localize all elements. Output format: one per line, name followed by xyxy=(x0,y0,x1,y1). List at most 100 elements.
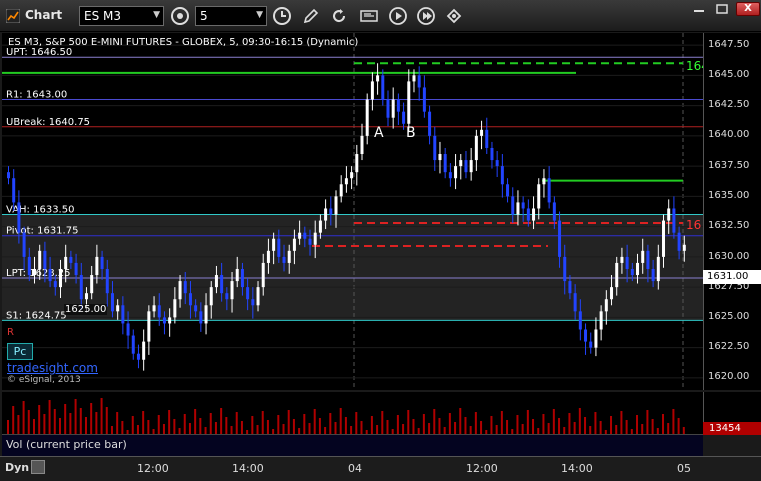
volume-bar xyxy=(188,423,191,434)
candle-body xyxy=(27,256,31,276)
refresh-button[interactable] xyxy=(329,6,349,26)
candle-body xyxy=(131,335,135,354)
brand-link[interactable]: tradesight.com xyxy=(7,361,98,375)
volume-bar xyxy=(396,415,399,434)
candle-body xyxy=(360,135,364,155)
candle-body xyxy=(313,232,317,245)
volume-bar xyxy=(651,419,654,434)
candle-body xyxy=(594,329,598,348)
candle-body xyxy=(292,238,296,251)
forward-button[interactable] xyxy=(416,6,436,26)
play-button[interactable] xyxy=(388,6,408,26)
volume-bar xyxy=(599,421,602,434)
candle-body xyxy=(422,87,426,112)
volume-bar xyxy=(266,420,269,434)
interval-combobox[interactable]: 5 ▼ xyxy=(195,6,267,26)
volume-bar xyxy=(64,404,67,434)
candle-body xyxy=(84,293,88,300)
candle-body xyxy=(147,311,151,342)
volume-bar xyxy=(324,427,327,434)
candle-body xyxy=(7,172,10,179)
candle-body xyxy=(370,81,374,100)
price-tick: 1620.00 xyxy=(708,371,750,382)
candle-body xyxy=(407,81,411,124)
candle-body xyxy=(162,317,166,324)
candle-body xyxy=(516,202,520,215)
pc-button[interactable]: Pc xyxy=(7,343,33,360)
volume-bar xyxy=(677,418,680,434)
time-template-button[interactable] xyxy=(272,6,292,26)
quote-button[interactable] xyxy=(359,6,379,26)
candle-body xyxy=(537,184,541,209)
volume-bar xyxy=(646,410,649,434)
minimize-button[interactable] xyxy=(688,2,710,16)
dynamic-toggle-icon[interactable] xyxy=(31,460,45,474)
volume-bar xyxy=(84,417,87,434)
volume-bar xyxy=(568,413,571,434)
volume-bar xyxy=(251,416,254,434)
candle-body xyxy=(318,220,322,233)
chart-app-icon xyxy=(6,9,20,23)
volume-pane[interactable] xyxy=(2,392,703,434)
candle-body xyxy=(220,275,224,294)
candle-body xyxy=(630,268,634,276)
candle-body xyxy=(225,293,229,300)
close-icon: X xyxy=(744,3,752,14)
candle-body xyxy=(599,311,603,330)
volume-bar xyxy=(433,409,436,434)
volume-bar xyxy=(48,400,51,434)
minimize-icon xyxy=(694,10,704,12)
volume-bar xyxy=(240,421,243,434)
volume-bar xyxy=(578,408,581,434)
candle-body xyxy=(204,305,208,324)
interval-value: 5 xyxy=(200,9,208,23)
candle-body xyxy=(142,341,146,360)
candle-body xyxy=(568,281,572,294)
price-axis[interactable]: 1647.50 1645.00 1642.50 1640.00 1637.50 … xyxy=(703,33,761,390)
volume-bar xyxy=(360,421,363,434)
volume-bar xyxy=(438,418,441,434)
close-button[interactable]: X xyxy=(736,2,760,16)
pivot-level-label: S1: 1624.75 xyxy=(6,310,67,321)
quote-icon xyxy=(360,10,378,22)
volume-bar xyxy=(12,406,15,434)
volume-bar xyxy=(542,414,545,434)
price-chart[interactable]: UPT: 1646.50 R1: 1643.00 UBreak: 1640.75 VA… xyxy=(2,33,703,390)
candle-body xyxy=(173,299,177,318)
volume-study-panel[interactable]: Vol (current price bar) xyxy=(2,434,703,456)
pivot-level-label: VAH: 1633.50 xyxy=(6,205,74,216)
maximize-button[interactable] xyxy=(711,2,733,16)
volume-bar xyxy=(516,415,519,434)
volume-bar xyxy=(532,419,535,434)
candle-body xyxy=(532,208,536,221)
volume-bar xyxy=(428,423,431,434)
candle-body xyxy=(272,238,276,251)
volume-bar xyxy=(90,403,93,434)
candle-body xyxy=(53,281,57,288)
volume-bar xyxy=(459,408,462,434)
time-axis[interactable]: Dyn 12:00 14:00 04 12:00 14:00 05 xyxy=(0,456,761,481)
volume-bar xyxy=(194,409,197,434)
symbol-combobox[interactable]: ES M3 ▼ xyxy=(79,6,164,26)
price-chart-canvas[interactable]: UPT: 1646.50 R1: 1643.00 UBreak: 1640.75 VA… xyxy=(2,33,703,390)
candle-body xyxy=(17,202,21,233)
link-button[interactable] xyxy=(444,6,464,26)
price-tick: 1645.00 xyxy=(708,69,750,80)
interval-settings-button[interactable] xyxy=(170,6,190,26)
volume-bar xyxy=(573,422,576,434)
candle-body xyxy=(74,262,78,276)
candle-body xyxy=(542,178,546,185)
candle-body xyxy=(152,305,156,312)
volume-bar xyxy=(168,410,171,434)
pivot-level-label: R1: 1643.00 xyxy=(6,90,67,101)
draw-tool-button[interactable] xyxy=(301,6,321,26)
price-tick: 1640.00 xyxy=(708,129,750,140)
volume-bar xyxy=(480,421,483,434)
volume-bar xyxy=(454,422,457,434)
dynamic-label: Dyn xyxy=(5,461,30,474)
volume-bar xyxy=(376,425,379,434)
candle-body xyxy=(625,256,629,269)
candle-body xyxy=(209,287,213,306)
price-tick: 1637.50 xyxy=(708,160,750,171)
volume-bar xyxy=(308,423,311,434)
